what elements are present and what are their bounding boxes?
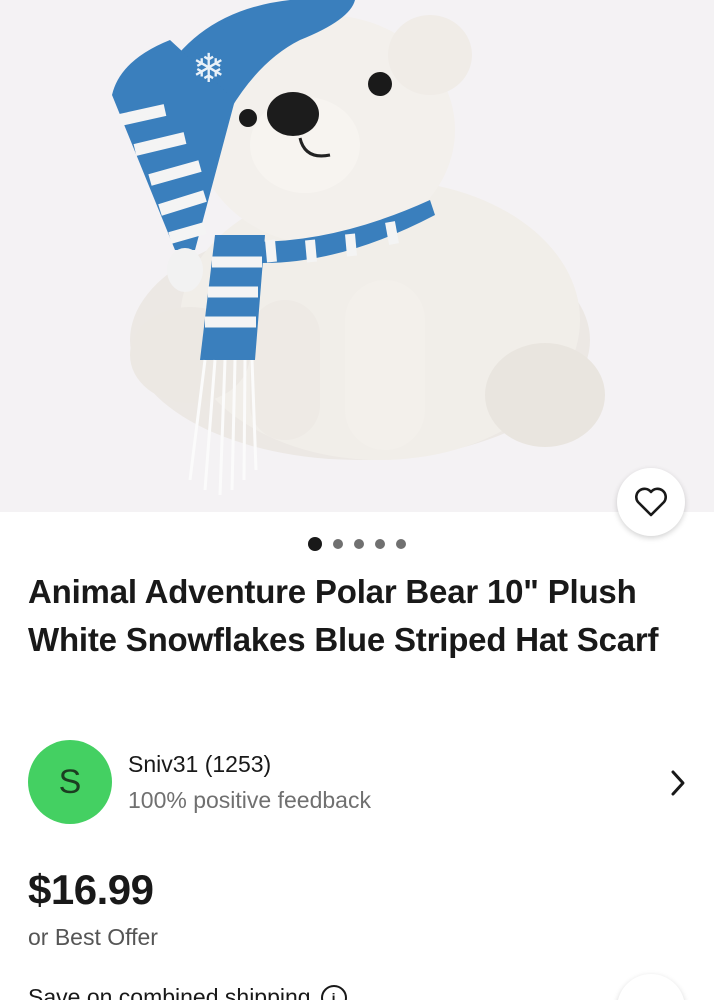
best-offer-text: or Best Offer	[28, 924, 158, 950]
image-pagination	[0, 536, 714, 552]
pagination-dot[interactable]	[375, 539, 385, 549]
chevron-right-icon	[671, 770, 685, 796]
avatar: S	[28, 740, 112, 824]
product-image[interactable]: ❄	[0, 0, 714, 512]
seller-feedback: 100% positive feedback	[128, 787, 371, 813]
floating-action-button[interactable]	[617, 974, 685, 1000]
pagination-dot[interactable]	[396, 539, 406, 549]
info-icon[interactable]: i	[320, 984, 347, 1000]
item-price: $16.99	[28, 866, 154, 913]
favorite-button[interactable]	[617, 468, 685, 536]
listing-title: Animal Adventure Polar Bear 10" Plush Wh…	[28, 573, 659, 658]
seller-card[interactable]: S Sniv31 (1253) 100% positive feedback	[28, 740, 688, 824]
pagination-dot[interactable]	[333, 539, 343, 549]
shipping-text: Save on combined shipping	[28, 984, 311, 1000]
combined-shipping-note[interactable]: Save on combined shipping i	[28, 984, 347, 1000]
seller-name: Sniv31 (1253)	[128, 751, 272, 777]
svg-text:❄: ❄	[192, 46, 226, 92]
heart-icon	[635, 487, 667, 517]
pagination-dot[interactable]	[354, 539, 364, 549]
polar-bear-plush-image: ❄	[112, 0, 605, 496]
pagination-dot-active[interactable]	[308, 537, 322, 551]
